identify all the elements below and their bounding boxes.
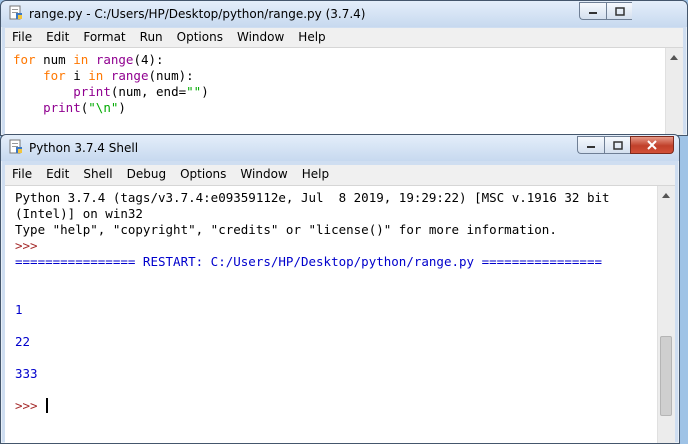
shell-menu-shell[interactable]: Shell [76,165,119,185]
code-text: (num): [148,68,194,83]
editor-menu-file[interactable]: File [5,28,39,47]
code-text: (num, end= [110,84,187,99]
keyword-for: for [43,68,66,83]
output-line-2: 22 [15,334,31,349]
shell-menu-options[interactable]: Options [173,165,233,185]
editor-window: range.py - C:/Users/HP/Desktop/python/ra… [0,0,688,136]
shell-title: Python 3.7.4 Shell [29,141,139,155]
builtin-print: print [73,84,111,99]
code-line-3: print(num, end="") [13,84,209,100]
keyword-for: for [13,52,36,67]
editor-title: range.py - C:/Users/HP/Desktop/python/ra… [29,7,366,21]
output-line-3: 333 [15,366,38,381]
code-text: i [65,68,89,83]
close-icon [647,140,657,150]
shell-menu-edit[interactable]: Edit [39,165,76,185]
idle-file-icon [9,5,22,20]
idle-file-icon [9,139,22,154]
code-text: num [35,52,74,67]
shell-close-button[interactable] [630,136,674,154]
banner-line-1: Python 3.7.4 (tags/v3.7.4:e09359112e, Ju… [15,190,610,205]
shell-menu-window[interactable]: Window [233,165,294,185]
code-text: ) [201,84,209,99]
editor-text-area[interactable]: for num in range(4): for i in range(num)… [5,47,683,135]
string-literal: "" [186,84,202,99]
banner-line-3: Type "help", "copyright", "credits" or "… [15,222,557,237]
editor-minimize-button[interactable] [579,2,606,20]
string-literal: "\n" [88,100,119,115]
shell-text-area[interactable]: Python 3.7.4 (tags/v3.7.4:e09359112e, Ju… [5,185,675,443]
code-text: (4): [133,52,164,67]
banner-line-2: (Intel)] on win32 [15,206,143,221]
shell-caption-buttons [577,136,674,154]
code-line-1: for num in range(4): [13,52,164,68]
editor-scrollbar[interactable] [665,48,683,135]
maximize-icon [614,6,625,16]
editor-titlebar[interactable]: range.py - C:/Users/HP/Desktop/python/ra… [1,1,687,27]
editor-menu-options[interactable]: Options [170,28,230,47]
code-text: ) [118,100,126,115]
maximize-icon [612,140,623,150]
scroll-up-icon[interactable] [670,55,678,60]
output-line-1: 1 [15,302,23,317]
editor-maximize-button[interactable] [606,2,632,20]
shell-scroll-thumb[interactable] [660,336,672,416]
code-line-2: for i in range(num): [13,68,194,84]
editor-menubar: File Edit Format Run Options Window Help [5,28,683,47]
scroll-up-icon[interactable] [662,193,670,198]
shell-menubar: File Edit Shell Debug Options Window Hel… [5,165,675,185]
code-line-4: print("\n") [13,100,126,116]
keyword-in: in [73,52,89,67]
shell-prompt-active: >>> [15,398,46,413]
builtin-print: print [43,100,81,115]
editor-menu-edit[interactable]: Edit [39,28,76,47]
editor-menu-help[interactable]: Help [291,28,332,47]
shell-menu-debug[interactable]: Debug [120,165,173,185]
shell-scrollbar[interactable] [657,186,675,443]
shell-maximize-button[interactable] [604,136,630,154]
editor-menu-run[interactable]: Run [133,28,170,47]
shell-minimize-button[interactable] [577,136,604,154]
editor-caption-buttons [579,2,632,20]
builtin-range: range [110,68,149,83]
shell-window: Python 3.7.4 Shell File Edit Shell Debug… [0,134,680,444]
minimize-icon [587,146,595,148]
minimize-icon [589,12,597,14]
shell-menu-help[interactable]: Help [295,165,336,185]
shell-menu-file[interactable]: File [5,165,39,185]
shell-titlebar[interactable]: Python 3.7.4 Shell [1,135,679,161]
keyword-in: in [88,68,104,83]
text-cursor [46,398,48,413]
editor-menu-format[interactable]: Format [76,28,132,47]
shell-prompt: >>> [15,238,38,253]
builtin-range: range [95,52,134,67]
editor-menu-window[interactable]: Window [230,28,291,47]
restart-line: ================ RESTART: C:/Users/HP/De… [15,254,602,269]
